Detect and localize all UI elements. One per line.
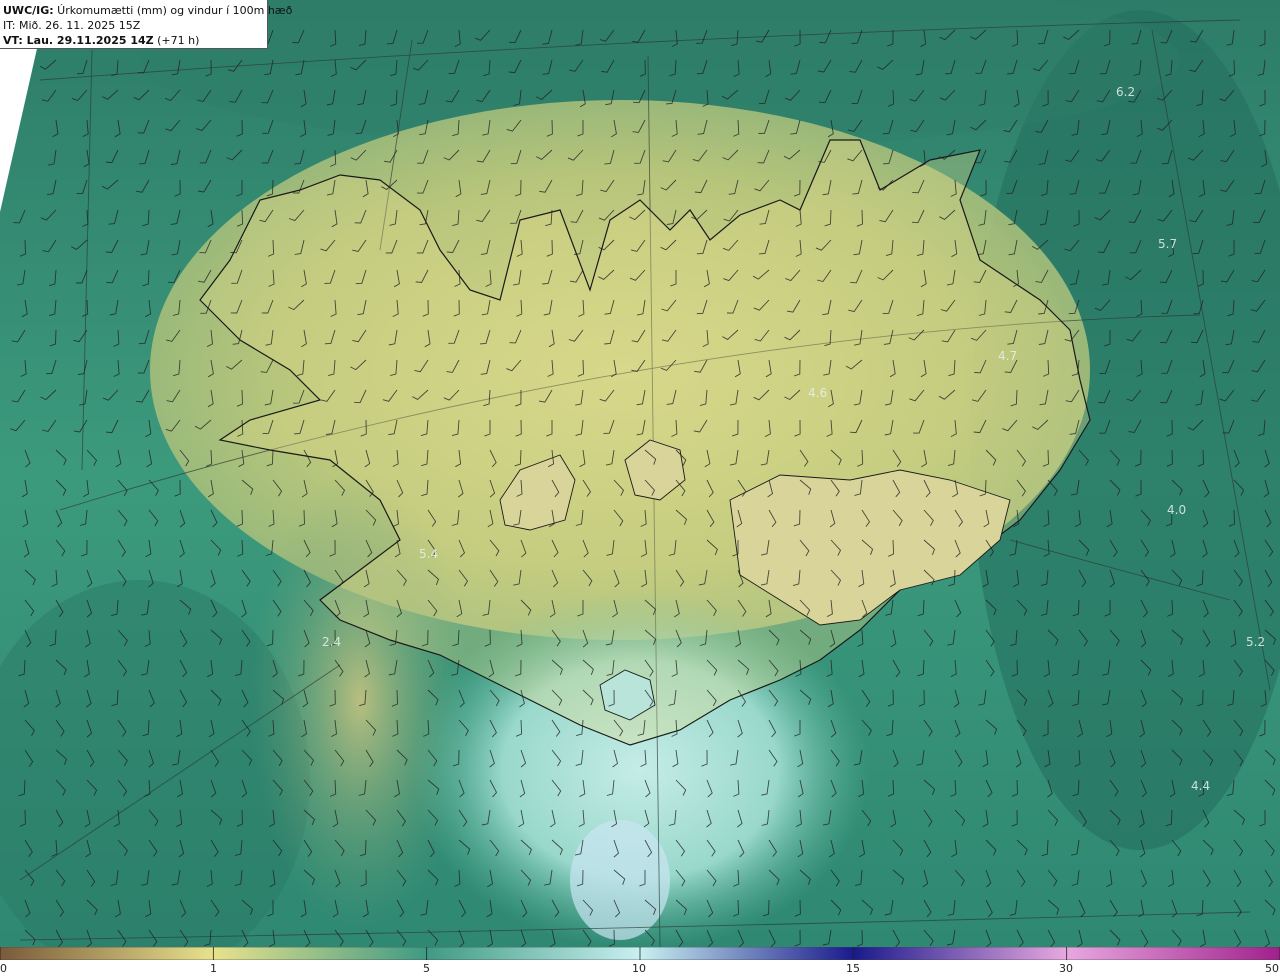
colorbar-tick: 50 [1265, 962, 1279, 975]
colorbar-tick: 0 [0, 962, 7, 975]
init-time: IT: Mið. 26. 11. 2025 15Z [3, 19, 141, 32]
map-label: 4.4 [1191, 779, 1210, 793]
colorbar-tick: 30 [1059, 962, 1073, 975]
product-title: UWC/IG: Úrkomumætti (mm) og vindur í 100… [3, 4, 293, 17]
map-label: 4.0 [1167, 503, 1186, 517]
colorbar [0, 947, 1280, 960]
map-label: 4.7 [998, 349, 1017, 363]
colorbar-tick: 10 [632, 962, 646, 975]
map-label: 5.2 [1246, 635, 1265, 649]
precipitation-map[interactable]: 6.2 5.7 4.7 4.6 4.0 5.4 5.2 2.4 4.4 [0, 0, 1280, 947]
colorbar-tick: 1 [210, 962, 217, 975]
colorbar-tick: 15 [846, 962, 860, 975]
map-label: 2.4 [322, 635, 341, 649]
map-label: 5.7 [1158, 237, 1177, 251]
info-panel: UWC/IG: Úrkomumætti (mm) og vindur í 100… [0, 0, 293, 49]
map-label: 6.2 [1116, 85, 1135, 99]
map-label: 5.4 [419, 547, 438, 561]
colorbar-tick: 5 [423, 962, 430, 975]
map-label: 4.6 [808, 386, 827, 400]
valid-time: VT: Lau. 29.11.2025 14Z (+71 h) [3, 34, 200, 47]
